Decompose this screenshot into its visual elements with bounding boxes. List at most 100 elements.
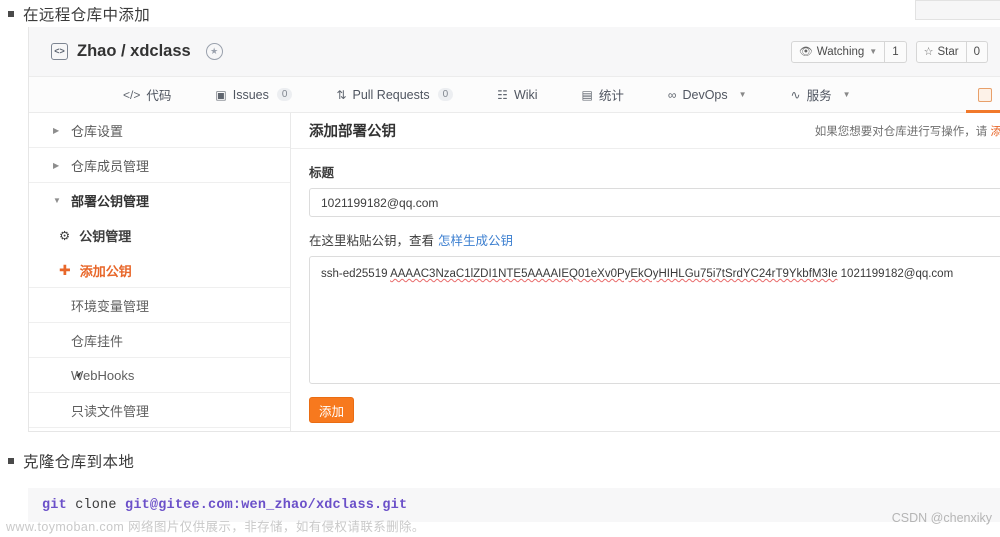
tab-settings-active-cropped[interactable] xyxy=(966,77,1000,112)
service-icon: ∿ xyxy=(791,88,801,102)
tab-statistics[interactable]: ▤ 统计 xyxy=(560,77,646,112)
sidebar-item-key-management[interactable]: ⚙ 公钥管理 xyxy=(29,218,290,253)
tab-issues[interactable]: ▣ Issues 0 xyxy=(193,77,314,112)
book-icon: ☷ xyxy=(497,88,508,102)
star-button[interactable]: ☆ Star xyxy=(916,41,967,63)
key-prefix: ssh-ed25519 xyxy=(321,268,390,280)
tab-label: 代码 xyxy=(146,85,171,104)
sidebar-item-label: 部署公钥管理 xyxy=(71,191,149,210)
settings-sidebar: ▶ 仓库设置 ▶ 仓库成员管理 ▼ 部署公钥管理 ⚙ 公钥管理 ✚ 添加公钥 xyxy=(29,113,291,431)
chevron-down-icon: ▼ xyxy=(843,90,851,99)
star-label: Star xyxy=(938,46,959,58)
tab-code[interactable]: </> 代码 xyxy=(101,77,193,112)
page-title: 添加部署公钥 xyxy=(309,120,396,141)
watermark-left: www.toymoban.com 网络图片仅供展示，非存储，如有侵权请联系删除。 xyxy=(6,516,425,535)
title-field-label: 标题 xyxy=(309,162,1000,181)
sidebar-item-repo-settings[interactable]: ▶ 仓库设置 xyxy=(29,113,290,148)
chart-icon: ▤ xyxy=(582,88,593,102)
tab-label: 服务 xyxy=(807,85,832,104)
repo-title[interactable]: <> Zhao / xdclass ★ xyxy=(51,42,223,61)
heading-text: 在远程仓库中添加 xyxy=(23,3,150,25)
settings-body: ▶ 仓库设置 ▶ 仓库成员管理 ▼ 部署公钥管理 ⚙ 公钥管理 ✚ 添加公钥 xyxy=(29,113,1000,431)
sidebar-item-webhooks[interactable]: WebHooks xyxy=(29,358,290,393)
add-deploy-key-form: 标题 1021199182@qq.com 在这里粘贴公钥，查看怎样生成公钥 ss… xyxy=(291,149,1000,423)
sidebar-item-label: 公钥管理 xyxy=(79,226,131,245)
plus-icon: ✚ xyxy=(59,262,71,279)
submit-add-key-button[interactable]: 添加 xyxy=(309,397,354,423)
tab-pull-requests[interactable]: ⇅ Pull Requests 0 xyxy=(314,77,475,112)
heading-text: 克隆仓库到本地 xyxy=(23,450,134,472)
tab-label: DevOps xyxy=(682,88,727,102)
watching-label: Watching xyxy=(817,46,865,58)
tab-label: 统计 xyxy=(599,85,624,104)
chevron-down-icon: ▼ xyxy=(869,47,877,56)
issues-icon: ▣ xyxy=(215,88,226,102)
tab-count: 0 xyxy=(277,88,293,101)
watching-count[interactable]: 1 xyxy=(885,41,906,63)
tab-devops[interactable]: ∞ DevOps ▼ xyxy=(646,77,769,112)
key-suffix: 1021199182@qq.com xyxy=(837,268,953,280)
chevron-right-icon: ▶ xyxy=(53,161,59,170)
watching-button-group[interactable]: 👁 Watching ▼ 1 xyxy=(791,41,907,63)
key-hint-text: 在这里粘贴公钥，查看 xyxy=(309,234,434,248)
bullet-square-icon xyxy=(8,458,14,464)
page-root: 在远程仓库中添加 <> Zhao / xdclass ★ 👁 Watching … xyxy=(0,0,1000,537)
code-rest: clone xyxy=(67,498,125,513)
chevron-down-icon: ▼ xyxy=(53,196,61,205)
sidebar-item-repo-members[interactable]: ▶ 仓库成员管理 xyxy=(29,148,290,183)
star-count[interactable]: 0 xyxy=(967,41,988,63)
star-icon: ☆ xyxy=(924,45,934,58)
watching-button[interactable]: 👁 Watching ▼ xyxy=(791,41,885,63)
how-to-generate-key-link[interactable]: 怎样生成公钥 xyxy=(438,234,513,248)
main-header: 添加部署公钥 如果您想要对仓库进行写操作，请 添 xyxy=(291,113,1000,149)
code-line: git clone git@gitee.com:wen_zhao/xdclass… xyxy=(42,498,407,513)
code-url: git@gitee.com:wen_zhao/xdclass.git xyxy=(125,498,407,513)
settings-main-panel: 添加部署公钥 如果您想要对仓库进行写操作，请 添 标题 1021199182@q… xyxy=(291,113,1000,431)
code-icon: </> xyxy=(123,88,140,102)
sidebar-item-label: 仓库成员管理 xyxy=(71,156,149,175)
sidebar-item-label: 仓库设置 xyxy=(71,121,123,140)
title-input-value: 1021199182@qq.com xyxy=(321,196,438,210)
tab-count: 0 xyxy=(438,88,454,101)
repo-header-actions: 👁 Watching ▼ 1 ☆ Star 0 xyxy=(791,41,988,63)
main-note: 如果您想要对仓库进行写操作，请 添 xyxy=(815,123,1000,139)
sidebar-item-deploy-keys[interactable]: ▼ 部署公钥管理 xyxy=(29,183,290,218)
sidebar-item-readonly-files[interactable]: 只读文件管理 xyxy=(29,393,290,428)
gitee-screenshot-card: <> Zhao / xdclass ★ 👁 Watching ▼ 1 ☆ St xyxy=(28,27,1000,432)
repo-header: <> Zhao / xdclass ★ 👁 Watching ▼ 1 ☆ St xyxy=(29,27,1000,77)
pull-request-icon: ⇅ xyxy=(336,88,346,102)
repo-tab-nav: </> 代码 ▣ Issues 0 ⇅ Pull Requests 0 ☷ Wi… xyxy=(29,77,1000,113)
repo-title-text: Zhao / xdclass xyxy=(77,42,191,61)
sidebar-item-label: 只读文件管理 xyxy=(71,401,149,420)
code-keyword: git xyxy=(42,498,67,513)
public-key-textarea[interactable]: ssh-ed25519 AAAAC3NzaC1lZDI1NTE5AAAAIEQ0… xyxy=(309,256,1000,384)
tab-label: Issues xyxy=(233,88,269,102)
settings-icon xyxy=(978,88,992,102)
code-brackets-icon: <> xyxy=(51,43,68,60)
award-badge-icon: ★ xyxy=(206,43,223,60)
main-note-link[interactable]: 添 xyxy=(991,126,1000,138)
tab-label: Pull Requests xyxy=(352,88,429,102)
key-body: AAAAC3NzaC1lZDI1NTE5AAAAIEQ01eXv0PyEkOyH… xyxy=(390,268,837,280)
gear-icon: ⚙ xyxy=(59,228,70,243)
main-note-text: 如果您想要对仓库进行写操作，请 xyxy=(815,126,991,138)
sidebar-item-env-variables[interactable]: 环境变量管理 xyxy=(29,288,290,323)
star-button-group[interactable]: ☆ Star 0 xyxy=(916,41,988,63)
sidebar-item-repo-widgets[interactable]: 仓库挂件 xyxy=(29,323,290,358)
section-heading-clone-local: 克隆仓库到本地 xyxy=(8,450,134,472)
title-input[interactable]: 1021199182@qq.com xyxy=(309,188,1000,217)
watermark-right: CSDN @chenxiky xyxy=(892,511,992,525)
tab-wiki[interactable]: ☷ Wiki xyxy=(475,77,559,112)
tab-label: Wiki xyxy=(514,88,538,102)
chevron-right-icon: ▶ xyxy=(53,126,59,135)
tab-services[interactable]: ∿ 服务 ▼ xyxy=(769,77,873,112)
key-hint: 在这里粘贴公钥，查看怎样生成公钥 xyxy=(309,230,1000,249)
sidebar-item-label: 仓库挂件 xyxy=(71,331,123,350)
eye-icon: 👁 xyxy=(799,45,813,58)
bullet-square-icon xyxy=(8,11,14,17)
sidebar-item-add-key[interactable]: ✚ 添加公钥 xyxy=(29,253,290,288)
sidebar-item-label: 添加公钥 xyxy=(80,261,132,280)
infinity-icon: ∞ xyxy=(668,88,677,102)
sidebar-item-label: 环境变量管理 xyxy=(71,296,149,315)
chevron-down-icon: ▼ xyxy=(739,90,747,99)
